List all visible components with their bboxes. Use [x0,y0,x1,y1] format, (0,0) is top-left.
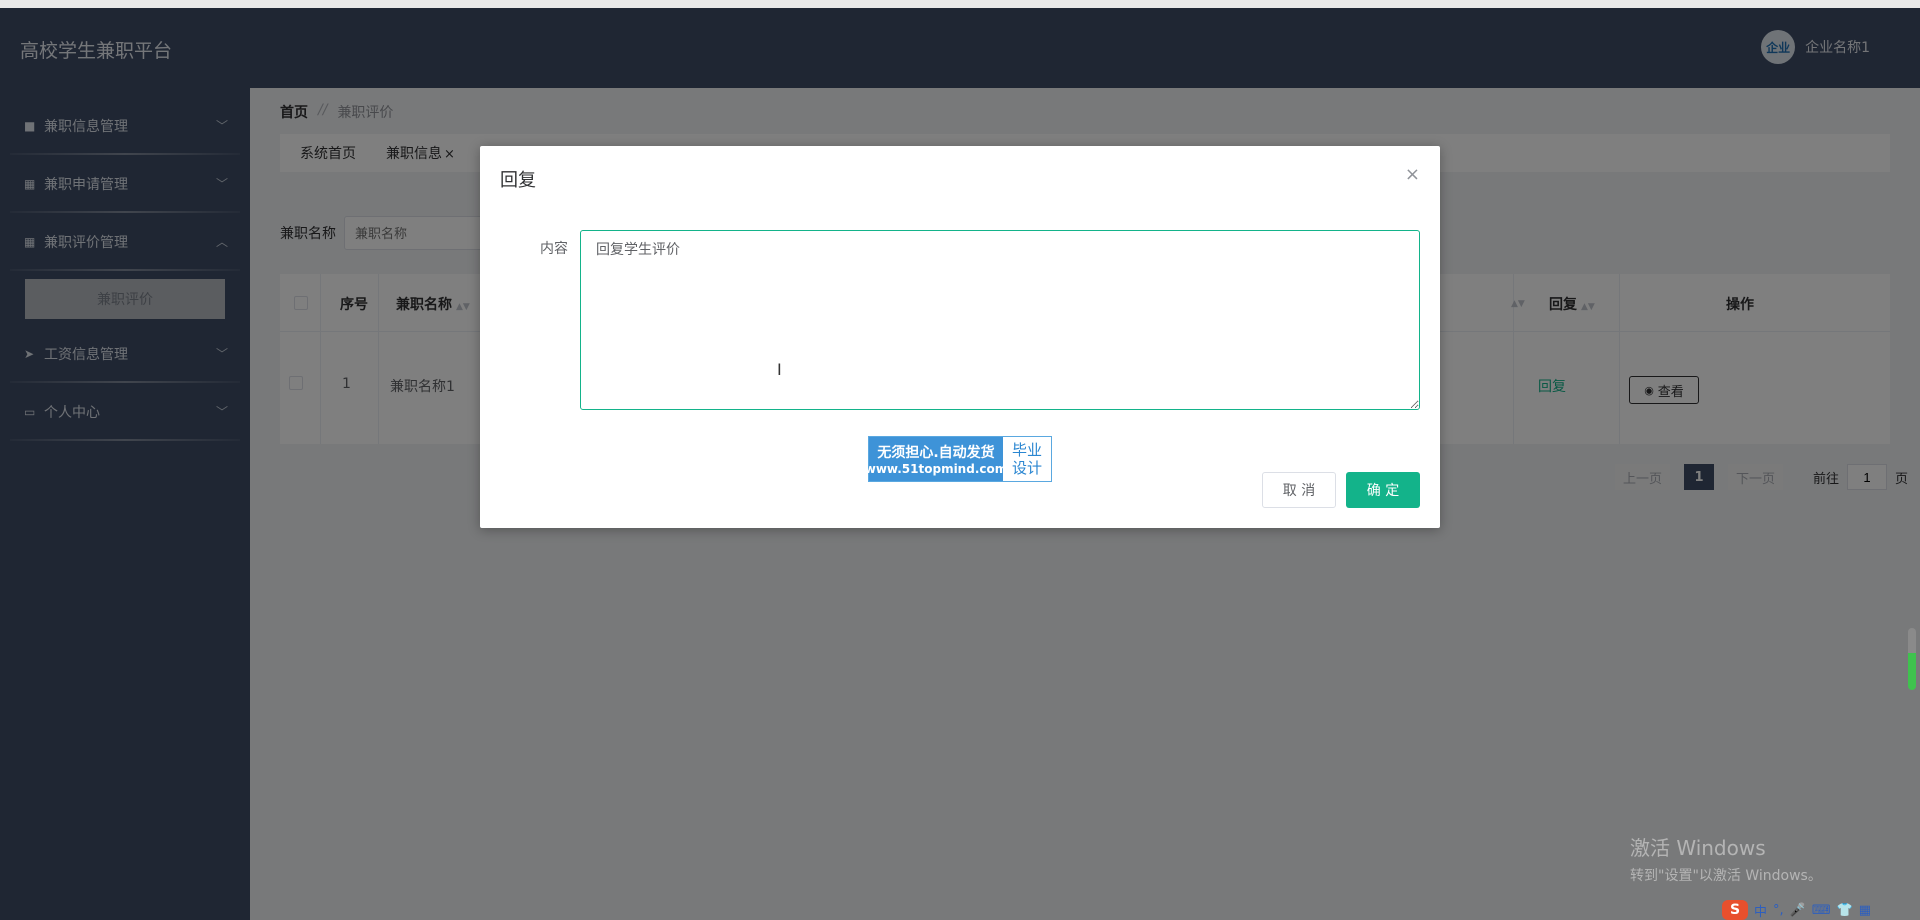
close-icon[interactable]: × [1405,164,1420,185]
toolbox-icon[interactable]: ▦ [1859,903,1871,918]
ad-line2: www.51topmind.com [864,462,1008,476]
content-textarea[interactable]: 回复学生评价 [580,230,1420,410]
microphone-icon[interactable]: 🎤 [1790,903,1806,918]
ad-banner-left: 无须担心.自动发货 www.51topmind.com [865,437,1007,481]
dialog-title: 回复 [500,170,536,191]
skin-icon[interactable]: 👕 [1837,903,1853,918]
ad-right1: 毕业 [1011,441,1042,459]
ime-mode[interactable]: 中 [1754,901,1767,920]
ad-line1: 无须担心.自动发货 [877,445,995,461]
browser-top-strip [0,0,1920,8]
watermark-line2: 转到"设置"以激活 Windows。 [1630,868,1822,884]
keyboard-icon[interactable]: ⌨ [1812,903,1831,918]
scrollbar-thumb[interactable] [1908,628,1916,690]
ime-toolbar: S 中 °, 🎤 ⌨ 👕 ▦ [1718,900,1920,920]
cancel-button[interactable]: 取 消 [1262,472,1336,508]
sogou-ime-icon[interactable]: S [1722,900,1748,920]
reply-dialog: 回复 × 内容 回复学生评价 I 无须担心.自动发货 www.51topmind… [480,146,1440,528]
confirm-button[interactable]: 确 定 [1346,472,1420,508]
windows-activation-watermark: 激活 Windows 转到"设置"以激活 Windows。 [1630,832,1822,885]
ad-right2: 设计 [1011,459,1042,477]
ad-banner-right: 毕业 设计 [1003,437,1051,481]
content-label: 内容 [540,241,568,257]
ad-banner: 无须担心.自动发货 www.51topmind.com 毕业 设计 [865,436,1052,482]
punctuation-icon[interactable]: °, [1773,903,1784,918]
text-cursor-icon: I [777,360,782,379]
watermark-line1: 激活 Windows [1630,836,1766,860]
